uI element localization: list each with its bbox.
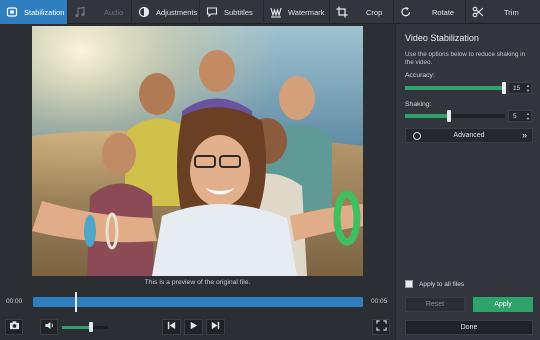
video-preview-frame <box>32 26 363 276</box>
stabilization-icon <box>6 6 18 18</box>
volume-knob[interactable] <box>88 322 93 332</box>
accuracy-label: Accuracy: <box>405 72 435 79</box>
speech-bubble-icon <box>206 6 218 18</box>
volume-slider[interactable] <box>62 322 108 332</box>
tab-adjustments[interactable]: Adjustments <box>132 0 200 24</box>
tab-crop[interactable]: Crop <box>330 0 394 24</box>
double-chevron-down-icon: » <box>521 130 527 140</box>
accuracy-knob[interactable] <box>502 82 506 94</box>
fullscreen-button[interactable] <box>372 319 390 335</box>
tab-audio[interactable]: Audio <box>68 0 132 24</box>
timeline: 00:00 00:05 <box>0 292 395 312</box>
accuracy-spinbox[interactable]: 15 ▲ ▼ <box>508 82 532 94</box>
accuracy-slider[interactable] <box>405 82 506 94</box>
shaking-knob[interactable] <box>447 110 451 122</box>
done-button[interactable]: Done <box>405 320 533 335</box>
timeline-track[interactable] <box>33 297 363 307</box>
play-icon <box>188 318 199 336</box>
shaking-label: Shaking: <box>405 101 432 108</box>
end-time: 00:05 <box>371 298 388 305</box>
tab-watermark[interactable]: Watermark <box>264 0 330 24</box>
fullscreen-icon <box>375 318 387 336</box>
skip-back-icon <box>166 318 177 336</box>
skip-forward-icon <box>210 318 221 336</box>
stabilization-panel: Video Stabilization Use the options belo… <box>395 24 540 340</box>
music-note-icon <box>74 6 86 18</box>
tab-rotate[interactable]: Rotate <box>394 0 466 24</box>
watermark-icon <box>270 6 282 18</box>
volume-fill <box>62 326 91 329</box>
spin-arrows-icon[interactable]: ▲ ▼ <box>526 111 530 121</box>
tab-stabilization[interactable]: Stabilization <box>0 0 68 24</box>
speaker-icon <box>44 318 55 336</box>
snapshot-button[interactable] <box>5 319 23 335</box>
toolbar: Stabilization Audio Adjustments Subtitle… <box>0 0 540 24</box>
panel-description: Use the options below to reduce shaking … <box>405 51 526 66</box>
spin-arrows-icon[interactable]: ▲ ▼ <box>526 83 530 93</box>
volume-button[interactable] <box>40 319 58 335</box>
apply-button[interactable]: Apply <box>473 297 533 312</box>
radio-icon <box>413 132 421 140</box>
accuracy-fill <box>405 86 504 90</box>
scissors-icon <box>472 6 484 18</box>
shaking-fill <box>405 114 449 118</box>
advanced-toggle[interactable]: Advanced » <box>405 128 533 143</box>
tab-trim[interactable]: Trim <box>466 0 540 24</box>
previous-button[interactable] <box>162 319 181 335</box>
preview-area: This is a preview of the original file. <box>0 24 395 290</box>
playhead-handle[interactable] <box>74 292 77 312</box>
preview-caption: This is a preview of the original file. <box>144 279 251 286</box>
shaking-slider[interactable] <box>405 110 505 122</box>
rotate-icon <box>400 6 412 18</box>
group-selfie-image <box>32 26 363 276</box>
apply-to-all-checkbox[interactable] <box>405 280 413 288</box>
camera-icon <box>9 318 20 336</box>
play-button[interactable] <box>184 319 203 335</box>
contrast-icon <box>138 6 150 18</box>
crop-icon <box>336 6 348 18</box>
tab-subtitles[interactable]: Subtitles <box>200 0 264 24</box>
next-button[interactable] <box>206 319 225 335</box>
panel-title: Video Stabilization <box>405 33 479 43</box>
shaking-spinbox[interactable]: 5 ▲ ▼ <box>508 110 532 122</box>
reset-button[interactable]: Reset <box>405 297 465 312</box>
start-time: 00:00 <box>6 298 23 305</box>
apply-to-all-row[interactable]: Apply to all files <box>405 280 464 288</box>
playback-controls <box>0 316 395 340</box>
